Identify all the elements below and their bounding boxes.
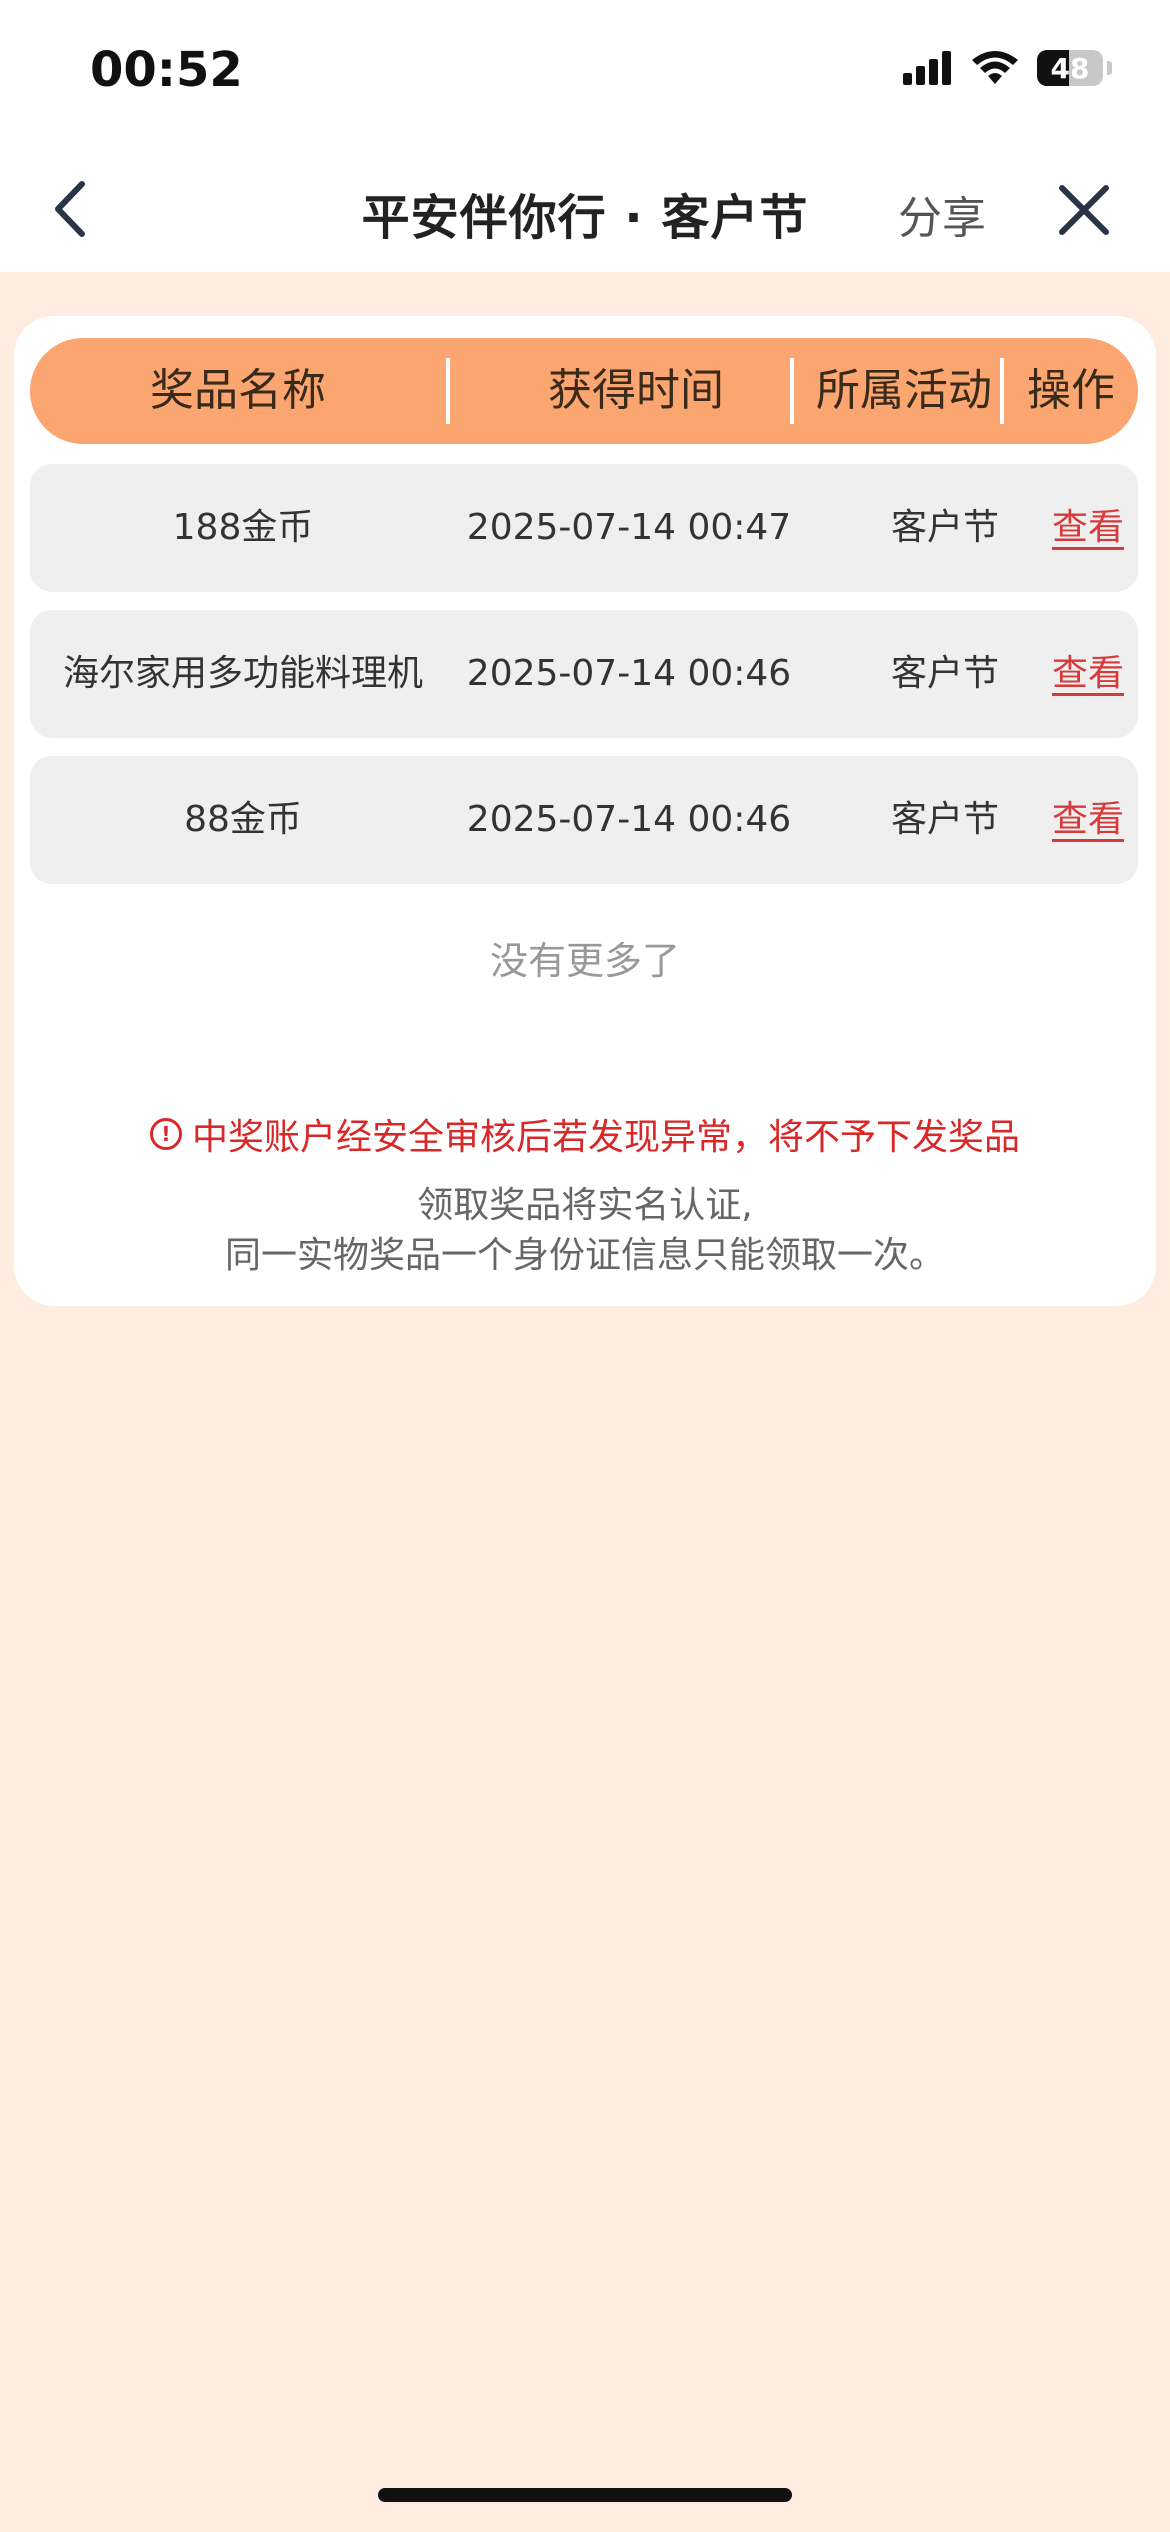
warning-message: ! 中奖账户经安全审核后若发现异常，将不予下发奖品 bbox=[0, 1108, 1170, 1160]
battery-icon: 48 bbox=[1037, 50, 1103, 86]
prize-time: 2025-07-14 00:46 bbox=[466, 799, 792, 840]
header-time: 获得时间 bbox=[548, 365, 724, 416]
prize-name: 188金币 bbox=[172, 507, 314, 548]
signal-icon bbox=[903, 51, 951, 85]
wifi-icon bbox=[972, 51, 1018, 84]
status-bar: 00:52 48 bbox=[0, 0, 1170, 140]
header-prize-name: 奖品名称 bbox=[150, 365, 326, 416]
header-activity: 所属活动 bbox=[816, 365, 992, 416]
home-indicator[interactable] bbox=[378, 2488, 792, 2502]
table-row: 88金币 2025-07-14 00:46 客户节 查看 bbox=[30, 756, 1138, 884]
table-row: 188金币 2025-07-14 00:47 客户节 查看 bbox=[30, 464, 1138, 592]
prize-name: 海尔家用多功能料理机 bbox=[62, 653, 423, 694]
alert-circle-icon: ! bbox=[149, 1118, 182, 1150]
table-row: 海尔家用多功能料理机 2025-07-14 00:46 客户节 查看 bbox=[30, 610, 1138, 738]
page-title: 平安伴你行 · 客户节 bbox=[361, 190, 809, 246]
warning-text: 中奖账户经安全审核后若发现异常，将不予下发奖品 bbox=[191, 1117, 1020, 1158]
note-line: 领取奖品将实名认证, bbox=[417, 1185, 753, 1226]
close-icon[interactable] bbox=[1052, 178, 1116, 242]
status-icons: 48 bbox=[903, 50, 1112, 86]
prize-time: 2025-07-14 00:47 bbox=[466, 507, 792, 548]
prize-name: 88金币 bbox=[184, 799, 302, 840]
no-more-text: 没有更多了 bbox=[489, 939, 680, 983]
battery-level: 48 bbox=[1050, 51, 1090, 85]
nav-bar: 平安伴你行 · 客户节 分享 bbox=[0, 140, 1170, 272]
share-button[interactable]: 分享 bbox=[898, 182, 986, 246]
header-action: 操作 bbox=[1027, 365, 1115, 416]
view-link[interactable]: 查看 bbox=[1018, 756, 1158, 884]
view-link[interactable]: 查看 bbox=[1018, 610, 1158, 738]
prize-time: 2025-07-14 00:46 bbox=[466, 653, 792, 694]
status-time: 00:52 bbox=[90, 42, 243, 98]
table-header: 奖品名称 获得时间 所属活动 操作 bbox=[30, 338, 1138, 444]
view-link[interactable]: 查看 bbox=[1018, 464, 1158, 592]
note-line: 同一实物奖品一个身份证信息只能领取一次。 bbox=[224, 1235, 945, 1276]
battery-tip bbox=[1107, 61, 1112, 75]
